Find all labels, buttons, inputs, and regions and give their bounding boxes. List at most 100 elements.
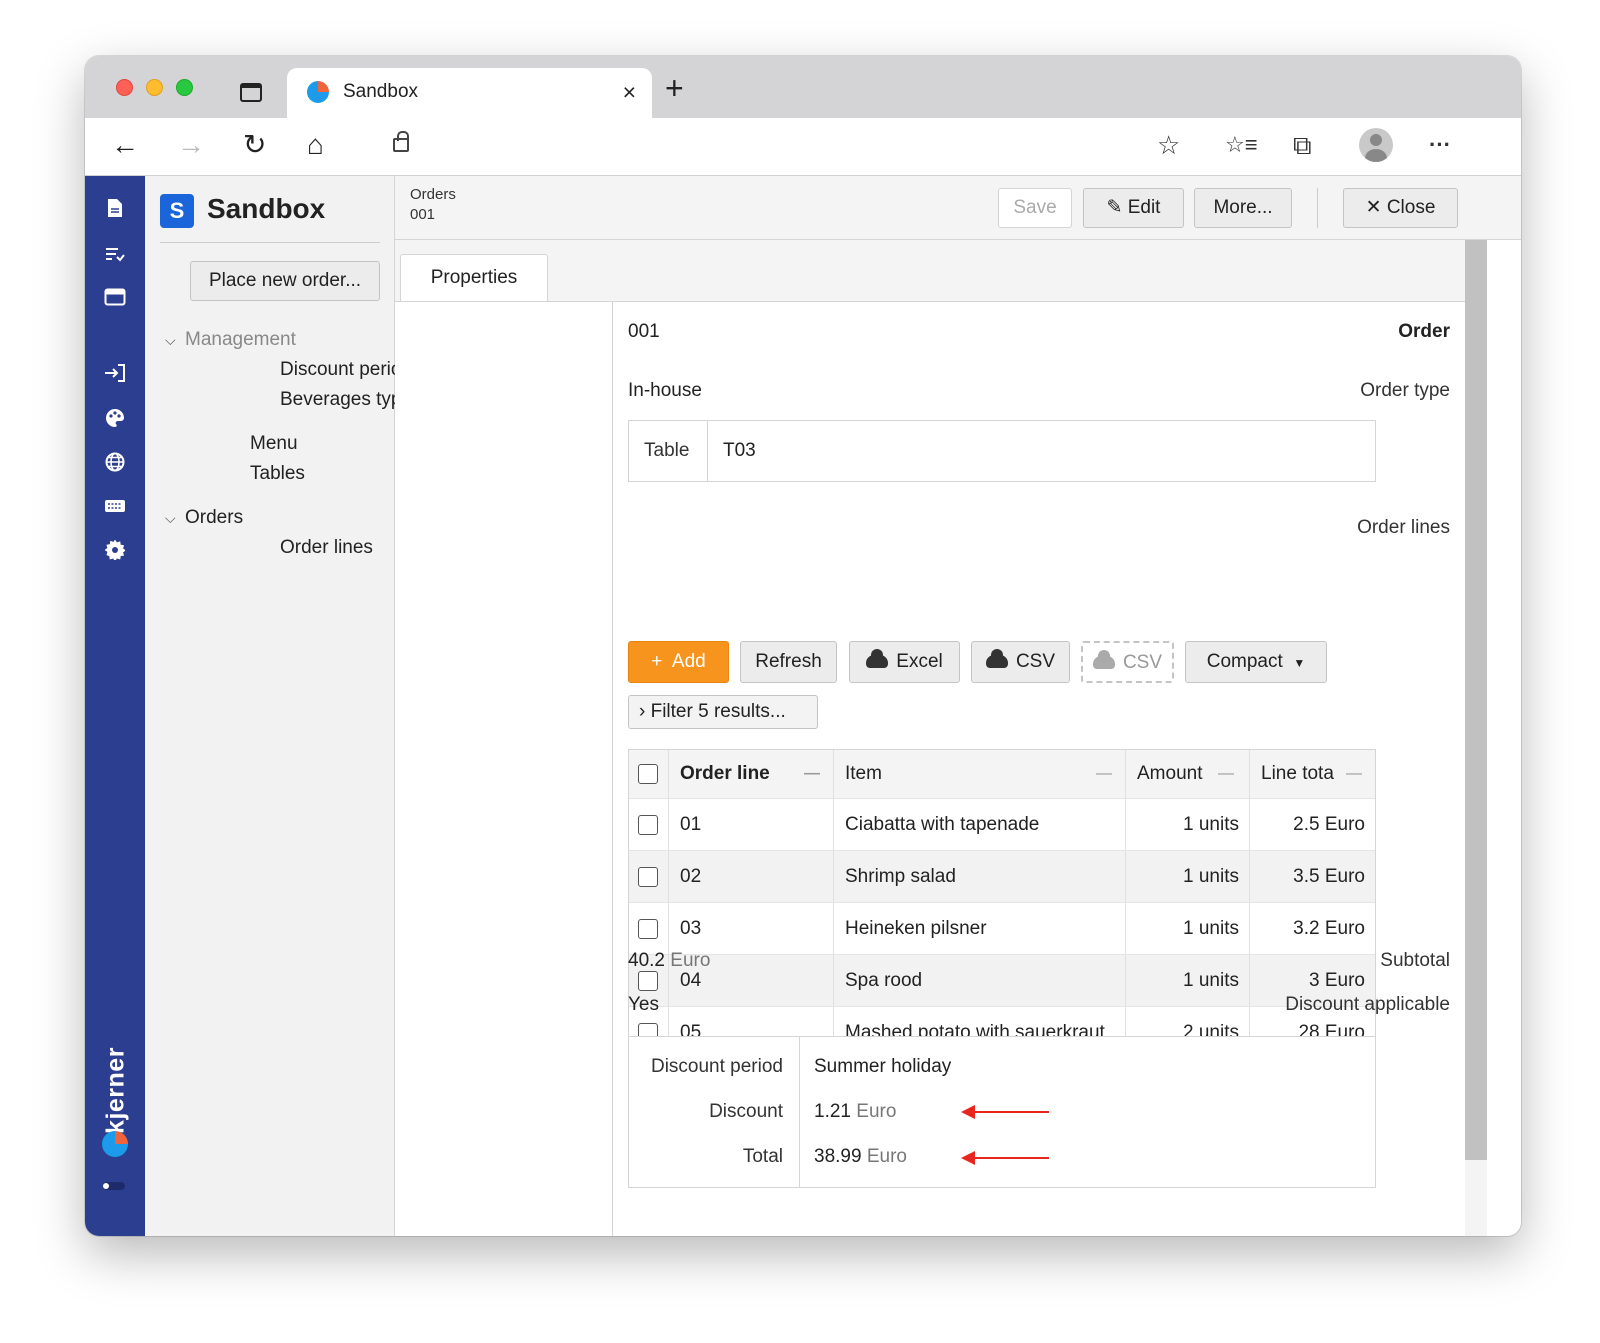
table-row[interactable]: 01 Ciabatta with tapenade 1 units 2.5 Eu… [629,798,1375,850]
density-dropdown-label: Compact [1206,651,1283,672]
sign-in-icon[interactable] [85,364,145,388]
sidebar: S Sandbox Place new order... ⌵ Management… [145,176,422,1236]
order-value: 001 [628,321,660,342]
csv-alt-button-label: CSV [1122,652,1163,673]
gear-icon[interactable] [85,539,145,566]
order-line-link[interactable]: 03 [669,903,834,954]
profile-avatar[interactable] [1359,128,1393,162]
more-icon[interactable]: ··· [1429,130,1451,160]
sort-icon[interactable]: — [804,750,820,798]
address-bar[interactable] [375,124,1165,170]
sidebar-group-orders[interactable]: ⌵ Orders [165,506,243,530]
keyboard-icon[interactable] [85,496,145,520]
table-row[interactable]: 03 Heineken pilsner 1 units 3.2 Euro [629,902,1375,954]
tab-title: Sandbox [343,81,419,102]
row-checkbox[interactable] [638,866,658,887]
add-button[interactable]: + Add [628,641,729,683]
new-tab-button[interactable]: + [665,70,684,107]
table-row[interactable]: 02 Shrimp salad 1 units 3.5 Euro [629,850,1375,902]
add-button-label: Add [671,651,706,672]
discount-unit: Euro [856,1101,897,1122]
filter-toggle[interactable]: › Filter 5 results... [628,695,818,729]
tab-close-icon[interactable]: × [623,79,636,106]
place-new-order-button[interactable]: Place new order... [190,261,380,301]
select-all-checkbox[interactable] [638,764,658,784]
table-box: Table T03 [628,420,1376,482]
app: kjerner S Sandbox Place new order... ⌵ Ma… [85,176,1521,1236]
list-check-icon[interactable] [85,244,145,268]
sidebar-item-order-lines[interactable]: Order lines [280,536,373,560]
cloud-download-icon [985,649,1008,668]
tab-properties[interactable]: Properties [400,254,548,302]
window-minimize-dot[interactable] [146,79,163,96]
cloud-download-icon [1092,650,1115,669]
save-button[interactable]: Save [998,188,1072,228]
sidebar-item-tables[interactable]: Tables [250,462,305,486]
header-divider [1317,188,1318,228]
order-line-link[interactable]: 01 [669,799,834,850]
close-button-label: Close [1386,197,1436,218]
column-header-item[interactable]: Item — [834,750,1126,798]
pencil-icon: ✎ [1106,197,1123,218]
label-column [395,302,613,1236]
edit-button-label: Edit [1127,197,1161,218]
forward-icon[interactable]: → [177,128,205,162]
kjerner-logo: kjerner [99,1036,131,1157]
column-header-line-total[interactable]: Line tota — [1250,750,1375,798]
column-header-amount[interactable]: Amount — [1126,750,1250,798]
excel-button-label: Excel [896,651,943,672]
favorites-icon[interactable]: ☆≡ [1225,130,1258,160]
table-link[interactable]: T03 [723,440,756,462]
close-icon: ✕ [1365,197,1382,218]
order-line-link[interactable]: 02 [669,851,834,902]
chevron-right-icon: › [639,701,646,722]
row-checkbox[interactable] [638,918,658,939]
sidebar-group-management[interactable]: ⌵ Management [165,328,296,352]
app-title: Sandbox [207,193,326,224]
excel-export-button[interactable]: Excel [849,641,960,683]
sort-icon[interactable]: — [1346,750,1362,798]
window-icon[interactable] [85,288,145,312]
back-icon[interactable]: ← [111,128,139,162]
palette-icon[interactable] [85,408,145,434]
table-header-row: Order line — Item — Amount — Line tota — [629,750,1375,798]
plus-icon: + [651,651,663,672]
sidebar-divider [160,242,380,243]
more-button[interactable]: More... [1194,188,1292,228]
discount-amount: 1.21 [814,1101,851,1122]
home-icon[interactable]: ⌂ [307,128,324,162]
row-checkbox[interactable] [638,970,658,991]
breadcrumb-parent[interactable]: Orders [410,186,456,203]
reload-icon[interactable]: ↻ [243,128,266,162]
add-favorite-icon[interactable]: ☆ [1157,130,1180,160]
sort-icon[interactable]: — [1218,750,1234,798]
window-close-dot[interactable] [116,79,133,96]
scrollbar-thumb[interactable] [1465,240,1487,1160]
csv-export-alt-button[interactable]: CSV [1081,641,1174,683]
window-maximize-dot[interactable] [176,79,193,96]
csv-export-button[interactable]: CSV [971,641,1070,683]
close-button[interactable]: ✕ Close [1343,188,1458,228]
breadcrumb-current: 001 [410,206,436,223]
browser-tab[interactable]: Sandbox × [287,68,652,118]
column-header-label: Order line [680,763,770,784]
tab-actions-icon[interactable] [240,83,262,102]
row-checkbox[interactable] [638,814,658,835]
collections-icon[interactable]: ⧉ [1293,130,1312,160]
discount-period-link[interactable]: Summer holiday [814,1056,951,1078]
csv-button-label: CSV [1015,651,1056,672]
cloud-download-icon [866,649,889,668]
globe-icon[interactable] [85,452,145,478]
discount-period-label: Discount period [650,1056,783,1077]
file-icon[interactable] [85,198,145,224]
line-total-cell: 2.5 Euro [1293,814,1365,835]
edit-button[interactable]: ✎ Edit [1083,188,1184,228]
lock-icon[interactable] [393,131,409,152]
density-dropdown[interactable]: Compact ▼ [1185,641,1327,683]
sort-icon[interactable]: — [1096,750,1112,798]
subtotal-unit: Euro [670,950,711,971]
rail-toggle[interactable] [103,1182,125,1190]
refresh-button[interactable]: Refresh [740,641,837,683]
sidebar-item-menu[interactable]: Menu [250,432,298,456]
column-header-order-line[interactable]: Order line — [669,750,834,798]
